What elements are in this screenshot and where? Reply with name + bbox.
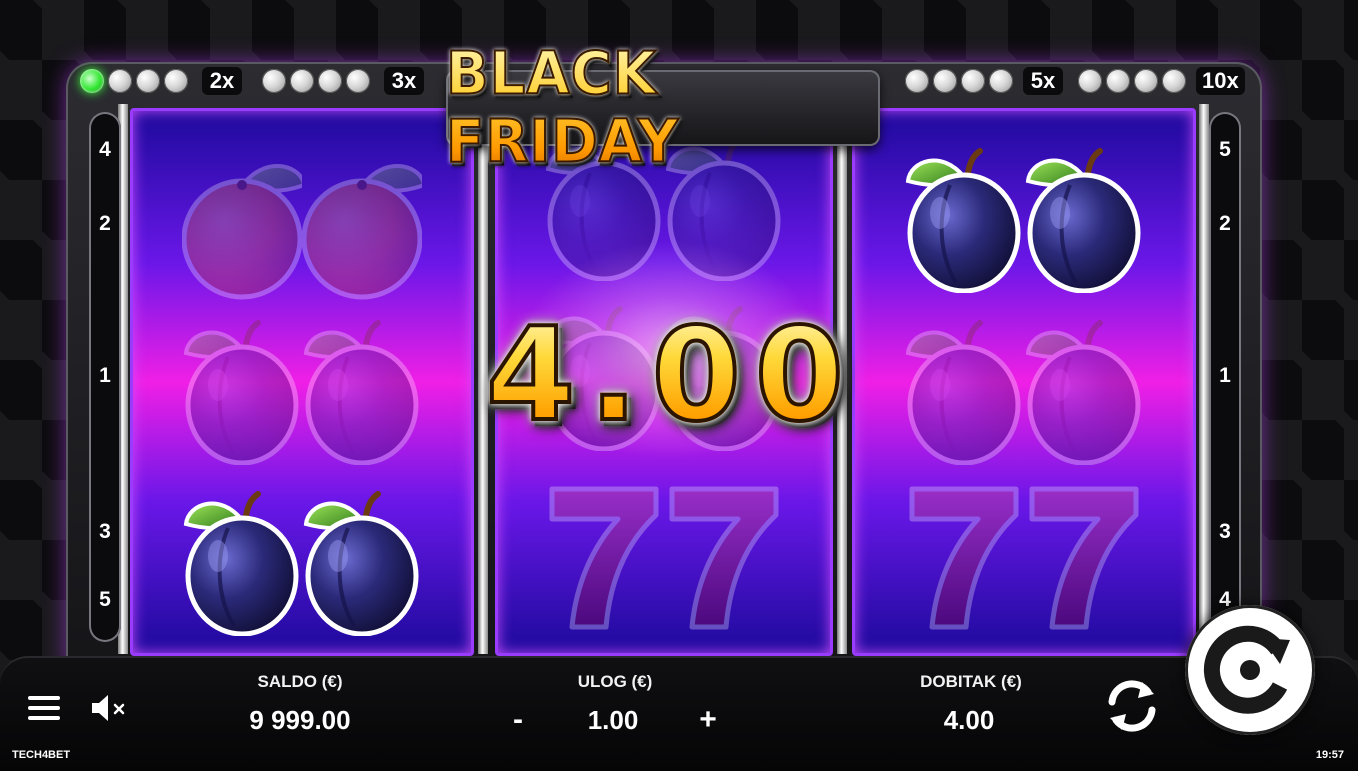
plum-icon bbox=[182, 486, 302, 636]
payline-rail-left: 4 2 1 3 5 bbox=[89, 112, 121, 642]
multiplier-light bbox=[989, 69, 1013, 93]
plum-icon bbox=[182, 315, 302, 465]
payline-number: 4 bbox=[99, 138, 111, 161]
reel-cell bbox=[133, 141, 471, 311]
seven-icon bbox=[904, 481, 1024, 631]
multiplier-badge: 10x bbox=[1196, 67, 1245, 95]
bet-decrease-button[interactable]: - bbox=[500, 702, 536, 738]
plum-icon bbox=[1024, 315, 1144, 465]
plum-icon bbox=[1024, 143, 1144, 293]
reel-1 bbox=[130, 108, 474, 656]
bet-value: 1.00 bbox=[587, 705, 639, 735]
win-value: 4.00 bbox=[943, 705, 995, 735]
autoplay-button[interactable] bbox=[1100, 674, 1164, 738]
balance-value: 9 999.00 bbox=[249, 705, 351, 735]
seven-icon bbox=[664, 481, 784, 631]
balance-label: SALDO (€) bbox=[257, 672, 343, 691]
plum-icon bbox=[904, 315, 1024, 465]
payline-number: 1 bbox=[1219, 364, 1231, 387]
reel-3 bbox=[852, 108, 1196, 656]
spin-icon bbox=[1203, 625, 1290, 714]
multiplier-light bbox=[1162, 69, 1186, 93]
win-amount-display: 4.00 bbox=[462, 299, 882, 452]
multiplier-light bbox=[164, 69, 188, 93]
payline-number: 5 bbox=[99, 588, 111, 611]
multiplier-light bbox=[1134, 69, 1158, 93]
seven-icon bbox=[1024, 481, 1144, 631]
title-plate: BLACK FRIDAY bbox=[445, 39, 880, 177]
multiplier-light bbox=[1078, 69, 1102, 93]
payline-number: 5 bbox=[1219, 138, 1231, 161]
clock: 19:57 bbox=[1315, 749, 1344, 761]
multiplier-light bbox=[1106, 69, 1130, 93]
payline-number: 2 bbox=[1219, 212, 1231, 235]
spin-button[interactable] bbox=[1185, 605, 1315, 735]
bet-increase-button[interactable]: + bbox=[690, 702, 726, 738]
reel-cell-winning bbox=[855, 133, 1193, 303]
plum-icon bbox=[904, 143, 1024, 293]
multiplier-badge: 5x bbox=[1023, 67, 1063, 95]
reel-cell bbox=[855, 305, 1193, 475]
multiplier-10x: 10x bbox=[1078, 66, 1245, 96]
multiplier-light bbox=[136, 69, 160, 93]
plum-icon bbox=[302, 486, 422, 636]
multiplier-light bbox=[108, 69, 132, 93]
menu-button[interactable] bbox=[26, 690, 62, 726]
multiplier-light bbox=[961, 69, 985, 93]
payline-rail-right: 5 2 1 3 4 bbox=[1209, 112, 1241, 642]
plum-icon bbox=[302, 315, 422, 465]
multiplier-light bbox=[262, 69, 286, 93]
hamburger-icon bbox=[28, 696, 60, 720]
payline-number: 2 bbox=[99, 212, 111, 235]
game-title: BLACK FRIDAY bbox=[445, 39, 880, 178]
multiplier-light bbox=[346, 69, 370, 93]
payline-number: 3 bbox=[1219, 520, 1231, 543]
reel-cell bbox=[133, 305, 471, 475]
reel-divider bbox=[1199, 104, 1209, 654]
multiplier-5x: 5x bbox=[905, 66, 1063, 96]
bet-label: ULOG (€) bbox=[577, 672, 653, 691]
reel-cell-winning bbox=[133, 476, 471, 646]
sound-button[interactable] bbox=[88, 690, 132, 726]
multiplier-light bbox=[80, 69, 104, 93]
reel-cell bbox=[855, 471, 1193, 641]
payline-number: 3 bbox=[99, 520, 111, 543]
orange-icon bbox=[182, 151, 302, 301]
seven-icon bbox=[544, 481, 664, 631]
multiplier-3x: 3x bbox=[262, 66, 424, 96]
multiplier-light bbox=[290, 69, 314, 93]
payline-number: 1 bbox=[99, 364, 111, 387]
multiplier-2x: 2x bbox=[80, 66, 242, 96]
brand-label: TECH4BET bbox=[12, 749, 71, 761]
refresh-icon bbox=[1108, 680, 1156, 732]
multiplier-light bbox=[905, 69, 929, 93]
multiplier-light bbox=[933, 69, 957, 93]
multiplier-light bbox=[318, 69, 342, 93]
speaker-muted-icon bbox=[92, 695, 125, 721]
reel-cell bbox=[498, 471, 830, 641]
win-label: DOBITAK (€) bbox=[920, 672, 1022, 691]
multiplier-badge: 3x bbox=[384, 67, 424, 95]
orange-icon bbox=[302, 151, 422, 301]
multiplier-badge: 2x bbox=[202, 67, 242, 95]
